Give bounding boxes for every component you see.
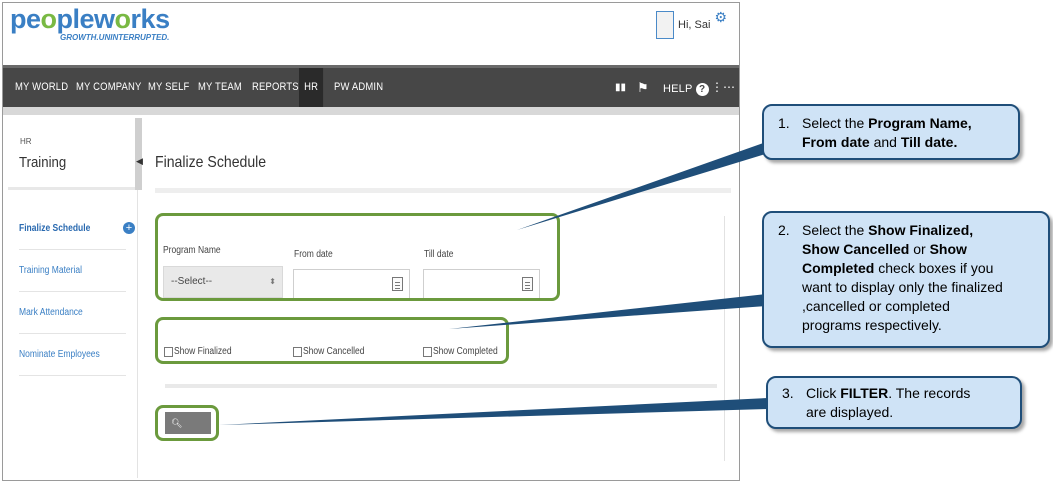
callout-line: Select the Show Finalized, — [802, 221, 1040, 240]
callout-1: 1. Select the Program Name, From date and… — [762, 104, 1020, 160]
callout-line: Show Cancelled or Show — [802, 240, 1040, 259]
callout-line: From date and Till date. — [802, 133, 1010, 152]
callout-segment: Program Name, — [868, 115, 972, 131]
callout-segment: . The records — [888, 385, 971, 401]
callout-number: 2. — [778, 222, 790, 238]
callout-segment: and — [869, 134, 901, 150]
callout-text: Click FILTER. The records are displayed. — [806, 384, 1012, 422]
callout-segment: Completed — [802, 260, 875, 276]
callout-number: 3. — [782, 385, 794, 401]
callout-2: 2. Select the Show Finalized, Show Cancel… — [762, 211, 1050, 348]
pointer-2 — [449, 294, 766, 329]
callout-segment: Till date. — [900, 134, 958, 150]
callout-segment: or — [909, 241, 930, 257]
callout-line: Click FILTER. The records — [806, 384, 1012, 403]
callout-line: want to display only the finalized — [802, 278, 1040, 297]
callout-text: Select the Program Name, From date and Ti… — [802, 114, 1010, 152]
pointer-3 — [219, 398, 768, 425]
callout-segment: Show Finalized, — [868, 222, 974, 238]
callout-text: Select the Show Finalized, Show Cancelled… — [802, 221, 1040, 335]
callout-segment: Show — [929, 241, 967, 257]
callout-line: programs respectively. — [802, 316, 1040, 335]
callout-line: Select the Program Name, — [802, 114, 1010, 133]
callout-number: 1. — [778, 115, 790, 131]
callout-3: 3. Click FILTER. The records are displaye… — [766, 376, 1022, 429]
callout-line: are displayed. — [806, 403, 1012, 422]
callout-segment: ,cancelled or completed — [802, 298, 950, 314]
callout-segment: From date — [802, 134, 870, 150]
callout-segment: are displayed. — [806, 404, 894, 420]
callout-segment: Show Cancelled — [802, 241, 910, 257]
callout-segment: programs respectively. — [802, 317, 942, 333]
callout-segment: want to display only the finalized — [802, 279, 1003, 295]
callout-segment: Select the — [802, 115, 869, 131]
callout-segment: Click — [806, 385, 841, 401]
callout-segment: check boxes if you — [874, 260, 994, 276]
callout-line: ,cancelled or completed — [802, 297, 1040, 316]
tutorial-screenshot: peopleworks GROWTH.UNINTERRUPTED. Hi, Sa… — [0, 0, 1053, 483]
callout-segment: FILTER — [840, 385, 889, 401]
callout-line: Completed check boxes if you — [802, 259, 1040, 278]
pointer-1 — [517, 140, 772, 230]
callout-segment: Select the — [802, 222, 869, 238]
